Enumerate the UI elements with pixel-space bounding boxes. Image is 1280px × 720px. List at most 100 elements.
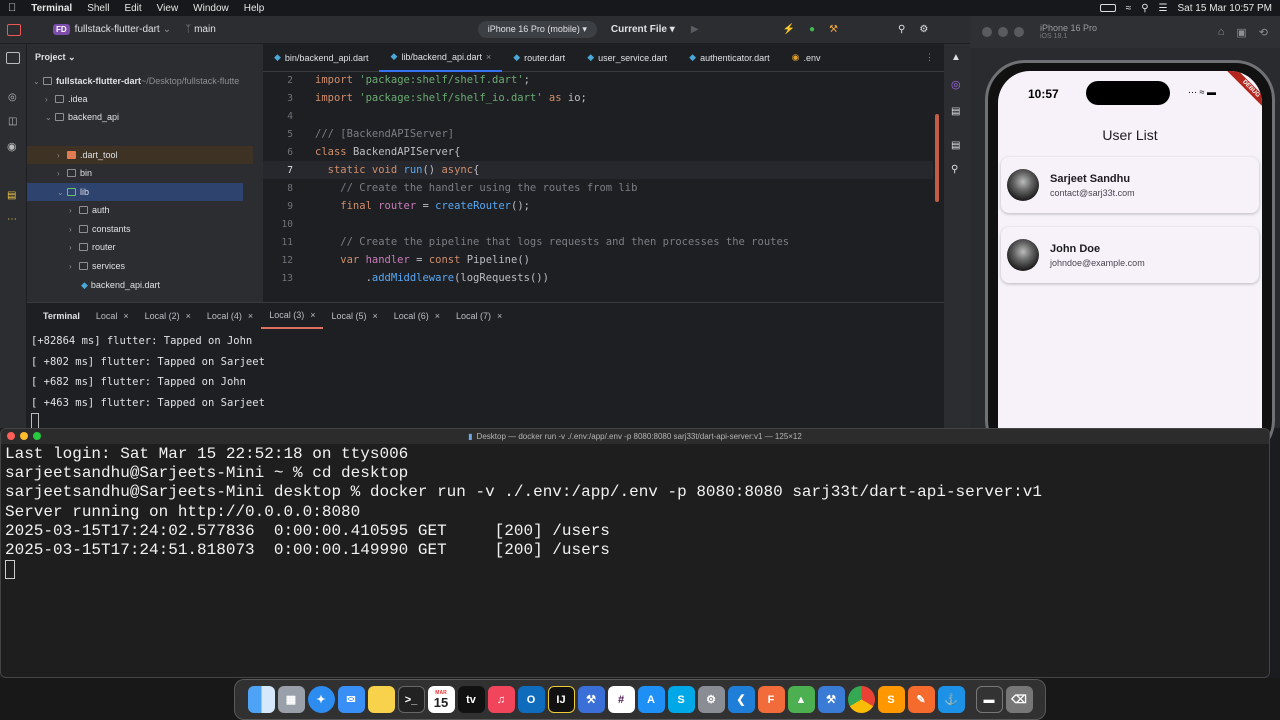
close-icon[interactable]: × (248, 311, 253, 321)
vscode-icon[interactable]: ❮ (727, 686, 755, 713)
editor-scrollbar[interactable] (935, 114, 939, 202)
menubar-datetime[interactable]: Sat 15 Mar 10:57 PM (1178, 3, 1273, 14)
devtools-icon[interactable]: ● (809, 24, 815, 35)
trash-icon[interactable]: ⌫ (1005, 686, 1033, 713)
tab-authenticator[interactable]: ◆ authenticator.dart (678, 44, 780, 72)
notes-icon[interactable] (367, 686, 395, 713)
close-icon[interactable]: × (497, 311, 502, 321)
instruments-icon[interactable]: ⚒ (577, 686, 605, 713)
flutter-inspector-icon[interactable]: ▤ (7, 190, 16, 201)
terminal-content[interactable]: Last login: Sat Mar 15 22:52:18 on ttys0… (1, 444, 1269, 580)
run-config-selector[interactable]: Current File ▾ (611, 24, 675, 35)
control-center-icon[interactable]: ☰ (1159, 3, 1168, 14)
tab-lib-backend-api[interactable]: ◆ lib/backend_api.dart × (379, 43, 503, 72)
tree-item-bin[interactable]: › bin (27, 164, 263, 182)
close-icon[interactable]: × (372, 311, 377, 321)
close-icon[interactable]: × (310, 310, 315, 320)
run-icon[interactable]: ▶ (691, 24, 699, 35)
inspector-icon[interactable]: ⚲ (951, 164, 958, 175)
zoom-button[interactable] (1014, 27, 1024, 37)
rotate-icon[interactable]: ⟲ (1259, 26, 1268, 39)
zoom-button[interactable] (33, 432, 41, 440)
app-screen[interactable]: 10:57 ⋯ ≈ ▬ DEBUG User List Sarjeet Sand… (998, 71, 1262, 463)
calendar-icon[interactable]: MAR 15 (427, 686, 455, 713)
docker-icon[interactable]: ⚓ (937, 686, 965, 713)
notifications-icon[interactable]: ▲ (951, 52, 961, 63)
tab-local-3[interactable]: Local (3) × (261, 303, 324, 329)
mac-terminal-window[interactable]: ▮ Desktop — docker run -v ./.env:/app/.e… (0, 428, 1270, 678)
menu-view[interactable]: View (157, 3, 179, 14)
menu-edit[interactable]: Edit (124, 3, 141, 14)
sketch-icon[interactable]: ✎ (907, 686, 935, 713)
terminal-output[interactable]: [+82864 ms] flutter: Tapped on John [ +8… (27, 329, 944, 431)
tab-local[interactable]: Local × (88, 303, 137, 329)
close-icon[interactable]: × (123, 311, 128, 321)
music-icon[interactable]: ♫ (487, 686, 515, 713)
search-everywhere-icon[interactable]: ⚲ (898, 24, 905, 35)
app-store-icon[interactable]: A (637, 686, 665, 713)
tab-env[interactable]: ◉ .env (781, 44, 832, 72)
chrome-icon[interactable] (847, 686, 875, 713)
user-card[interactable]: Sarjeet Sandhu contact@sarj33t.com (1001, 157, 1259, 213)
branch-selector[interactable]: main (194, 24, 216, 35)
tree-item-router[interactable]: › router (27, 238, 263, 256)
close-button[interactable] (7, 432, 15, 440)
skype-icon[interactable]: S (667, 686, 695, 713)
tab-bin-backend-api[interactable]: ◆ bin/backend_api.dart (263, 44, 379, 72)
minimize-button[interactable] (998, 27, 1008, 37)
github-tool-icon[interactable]: ◉ (7, 140, 17, 153)
tab-local-2[interactable]: Local (2) × (137, 303, 199, 329)
close-icon[interactable]: × (186, 311, 191, 321)
project-selector[interactable]: fullstack-flutter-dart (75, 24, 160, 35)
tree-item-lib[interactable]: ⌄ lib (27, 183, 243, 201)
project-tool-icon[interactable] (6, 52, 20, 64)
tv-icon[interactable]: tv (457, 686, 485, 713)
terminal-app-icon[interactable]: >_ (397, 686, 425, 713)
tree-item-dart-tool[interactable]: › .dart_tool (27, 146, 253, 164)
more-tabs-icon[interactable]: ⋮ (925, 52, 934, 63)
wifi-icon[interactable]: ≈ (1126, 3, 1132, 14)
user-card[interactable]: John Doe johndoe@example.com (1001, 227, 1259, 283)
screen-icon[interactable]: ▬ (975, 686, 1003, 713)
close-button[interactable] (982, 27, 992, 37)
settings-icon[interactable]: ⚙ (919, 24, 928, 35)
menu-help[interactable]: Help (244, 3, 265, 14)
tree-item-idea[interactable]: › .idea (27, 90, 263, 108)
tree-item-constants[interactable]: › constants (27, 220, 263, 238)
ai-assistant-icon[interactable]: ◎ (951, 78, 961, 91)
device-selector[interactable]: iPhone 16 Pro (mobile) ▾ (477, 21, 597, 38)
battery-icon[interactable] (1099, 4, 1116, 12)
figma-icon[interactable]: F (757, 686, 785, 713)
outlook-icon[interactable]: O (517, 686, 545, 713)
tab-local-5[interactable]: Local (5) × (323, 303, 385, 329)
tree-item-root[interactable]: ⌄ fullstack-flutter-dart ~/Desktop/fullst… (27, 72, 263, 90)
tab-local-4[interactable]: Local (4) × (199, 303, 261, 329)
android-studio-icon[interactable]: ▲ (787, 686, 815, 713)
safari-icon[interactable]: ✦ (307, 686, 335, 713)
commit-tool-icon[interactable]: ◎ (8, 92, 17, 103)
tab-user-service[interactable]: ◆ user_service.dart (576, 44, 678, 72)
finder-icon[interactable] (247, 686, 275, 713)
home-icon[interactable]: ⌂ (1218, 26, 1225, 38)
tab-router[interactable]: ◆ router.dart (502, 44, 576, 72)
device-manager-icon[interactable]: ▤ (951, 106, 960, 117)
tree-item-auth[interactable]: › auth (27, 201, 263, 219)
menu-shell[interactable]: Shell (87, 3, 109, 14)
xcode-icon[interactable]: ⚒ (817, 686, 845, 713)
apple-icon[interactable]:  (8, 2, 16, 14)
tab-local-7[interactable]: Local (7) × (448, 303, 510, 329)
code-editor[interactable]: ◆ bin/backend_api.dart ◆ lib/backend_api.d… (263, 43, 944, 302)
tools-icon[interactable]: ⚒ (829, 24, 838, 35)
intellij-icon[interactable]: IJ (547, 686, 575, 713)
menu-terminal[interactable]: Terminal (31, 3, 72, 14)
close-icon[interactable]: × (435, 311, 440, 321)
slack-icon[interactable]: # (607, 686, 635, 713)
mail-icon[interactable]: ✉ (337, 686, 365, 713)
code-area[interactable]: 2 import 'package:shelf/shelf.dart'; 3 impo… (263, 72, 944, 302)
screenshot-icon[interactable]: ▣ (1236, 26, 1246, 39)
close-icon[interactable]: × (486, 52, 491, 62)
tree-item-services[interactable]: › services (27, 257, 263, 275)
search-icon[interactable]: ⚲ (1141, 3, 1148, 14)
sublime-icon[interactable]: S (877, 686, 905, 713)
structure-tool-icon[interactable]: ◫ (8, 116, 17, 127)
